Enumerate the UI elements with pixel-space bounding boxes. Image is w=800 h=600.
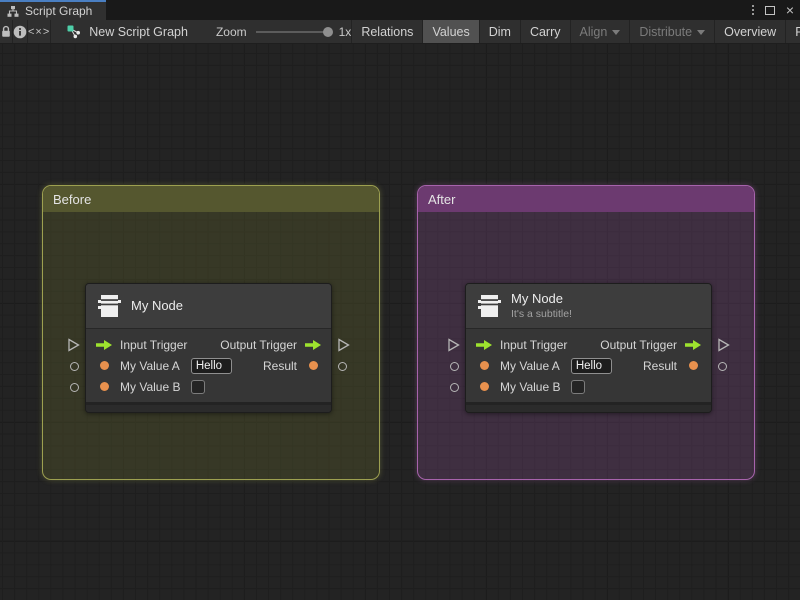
external-value-input-port[interactable] — [450, 383, 459, 392]
port-row: My Value A Result — [86, 355, 331, 376]
graph-canvas[interactable]: Before After My Node Input Trigger Outpu… — [0, 44, 800, 600]
port-row: My Value A Result — [466, 355, 711, 376]
orange-dot-icon — [479, 382, 489, 391]
group-title: Before — [53, 191, 92, 207]
relations-button[interactable]: Relations — [351, 20, 422, 43]
value-input-port[interactable] — [474, 382, 494, 391]
code-view-button[interactable]: <×> — [28, 20, 52, 43]
zoom-slider[interactable] — [255, 26, 333, 37]
lock-icon — [2, 25, 10, 37]
zoom-value: 1x — [338, 24, 352, 39]
external-value-input-port[interactable] — [70, 362, 79, 371]
value-output-port[interactable] — [683, 361, 703, 370]
new-script-graph-button[interactable]: New Script Graph — [55, 20, 200, 43]
carry-button[interactable]: Carry — [519, 20, 570, 43]
flow-input-port[interactable] — [474, 339, 494, 351]
port-row: Input Trigger Output Trigger — [466, 334, 711, 355]
external-value-output-port[interactable] — [718, 362, 727, 371]
external-flow-output-port[interactable] — [337, 338, 350, 357]
orange-dot-icon — [99, 361, 109, 370]
lock-button[interactable] — [0, 20, 13, 43]
maximize-icon[interactable] — [764, 5, 775, 15]
port-row: Input Trigger Output Trigger — [86, 334, 331, 355]
chevron-down-icon — [612, 29, 621, 35]
node-footer — [86, 402, 331, 412]
flow-output-port[interactable] — [303, 339, 323, 351]
group-after-header[interactable]: After — [418, 186, 754, 212]
flow-input-port[interactable] — [94, 339, 114, 351]
node-subtitle: It's a subtitle! — [511, 307, 572, 320]
window-title-bar: Script Graph × — [0, 0, 800, 20]
node-my-node-after[interactable]: My Node It's a subtitle! Input Trigger O… — [448, 283, 730, 413]
value-input-port[interactable] — [94, 361, 114, 370]
unit-box-icon — [478, 295, 501, 317]
value-output-port[interactable] — [303, 361, 323, 370]
value-b-checkbox[interactable] — [191, 379, 206, 394]
script-graph-icon — [67, 25, 81, 38]
group-before-header[interactable]: Before — [43, 186, 379, 212]
group-title: After — [428, 191, 456, 207]
green-arrow-icon — [684, 339, 701, 350]
dim-button[interactable]: Dim — [478, 20, 520, 43]
external-flow-input-port[interactable] — [447, 338, 460, 357]
node-my-node-before[interactable]: My Node Input Trigger Output Trigger My … — [68, 283, 350, 413]
tab-script-graph[interactable]: Script Graph — [0, 0, 107, 20]
node-header[interactable]: My Node — [86, 284, 331, 329]
external-value-input-port[interactable] — [70, 383, 79, 392]
orange-dot-icon — [99, 382, 109, 391]
value-a-input[interactable] — [190, 357, 232, 374]
node-title: My Node — [511, 291, 564, 307]
orange-dot-icon — [308, 361, 318, 370]
zoom-slider-handle[interactable] — [322, 26, 333, 37]
orange-dot-icon — [479, 361, 489, 370]
code-brackets-icon: <×> — [28, 25, 51, 38]
overview-button[interactable]: Overview — [714, 20, 785, 43]
green-arrow-icon — [475, 339, 492, 350]
external-value-output-port[interactable] — [338, 362, 347, 371]
window-menu-icon[interactable] — [751, 5, 754, 15]
close-icon[interactable]: × — [786, 3, 794, 17]
external-value-input-port[interactable] — [450, 362, 459, 371]
unit-box-icon — [98, 295, 121, 317]
graph-hierarchy-icon — [7, 5, 19, 17]
port-row: My Value B — [466, 376, 711, 397]
value-a-input[interactable] — [570, 357, 612, 374]
graph-name-label: New Script Graph — [89, 24, 188, 39]
value-input-port[interactable] — [94, 382, 114, 391]
node-title: My Node — [131, 297, 184, 313]
distribute-dropdown[interactable]: Distribute — [629, 20, 714, 43]
green-arrow-icon — [304, 339, 321, 350]
node-footer — [466, 402, 711, 412]
external-flow-output-port[interactable] — [717, 338, 730, 357]
zoom-label: Zoom — [215, 24, 247, 39]
info-button[interactable] — [13, 20, 28, 43]
value-b-checkbox[interactable] — [571, 379, 586, 394]
values-button[interactable]: Values — [422, 20, 479, 43]
external-flow-input-port[interactable] — [67, 338, 80, 357]
align-dropdown[interactable]: Align — [569, 20, 630, 43]
node-header[interactable]: My Node It's a subtitle! — [466, 284, 711, 329]
flow-output-port[interactable] — [683, 339, 703, 351]
chevron-down-icon — [697, 29, 706, 35]
orange-dot-icon — [688, 361, 698, 370]
port-row: My Value B — [86, 376, 331, 397]
graph-toolbar: <×> New Script Graph Zoom 1x Relations V… — [0, 20, 800, 44]
fullscreen-button[interactable]: Full Scr — [785, 20, 800, 43]
info-icon — [13, 25, 27, 38]
value-input-port[interactable] — [474, 361, 494, 370]
green-arrow-icon — [95, 339, 112, 350]
tab-title: Script Graph — [25, 4, 93, 18]
